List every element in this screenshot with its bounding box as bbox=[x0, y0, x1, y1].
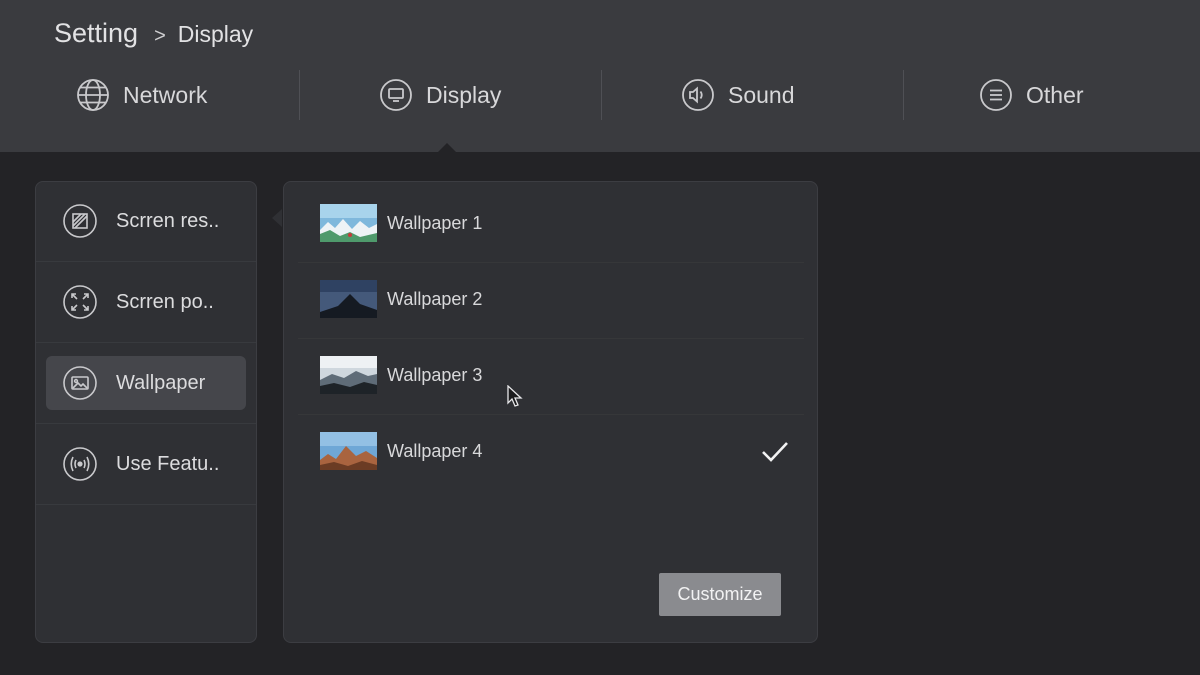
monitor-icon bbox=[379, 78, 413, 112]
list-divider bbox=[298, 338, 804, 339]
wallpaper-option-2[interactable]: Wallpaper 2 bbox=[298, 264, 804, 334]
breadcrumb-root[interactable]: Setting bbox=[54, 18, 138, 49]
speaker-icon bbox=[681, 78, 715, 112]
sidebar-divider bbox=[36, 423, 256, 424]
wallpaper-option-3[interactable]: Wallpaper 3 bbox=[298, 340, 804, 410]
mouse-cursor-icon bbox=[507, 385, 523, 407]
sidebar-divider bbox=[36, 261, 256, 262]
tab-display[interactable]: Display bbox=[379, 68, 501, 122]
wallpaper-list-panel: Wallpaper 1 Wallpaper 2 Wallpaper 3 Wall… bbox=[283, 181, 818, 643]
tab-network-label: Network bbox=[123, 81, 208, 108]
tab-other[interactable]: Other bbox=[979, 68, 1084, 122]
list-divider bbox=[298, 414, 804, 415]
wallpaper-label: Wallpaper 3 bbox=[387, 364, 483, 385]
list-divider bbox=[298, 262, 804, 263]
wallpaper-thumbnail bbox=[320, 204, 377, 242]
wallpaper-option-4[interactable]: Wallpaper 4 bbox=[298, 416, 804, 486]
top-header: Setting > Display Network Display Sound … bbox=[0, 0, 1200, 153]
wallpaper-thumbnail bbox=[320, 356, 377, 394]
sidebar-menu: Scrren res.. Scrren po.. Wallpaper Use F… bbox=[35, 181, 257, 643]
checkmark-icon bbox=[762, 442, 788, 462]
tab-network[interactable]: Network bbox=[76, 68, 207, 122]
image-icon bbox=[62, 365, 98, 401]
sidebar-item-use-features[interactable]: Use Featu.. bbox=[46, 437, 246, 491]
sidebar-item-label: Use Featu.. bbox=[116, 452, 220, 475]
tab-divider bbox=[601, 70, 602, 120]
active-tab-indicator bbox=[437, 143, 457, 153]
submenu-pointer bbox=[272, 209, 282, 227]
wallpaper-thumbnail bbox=[320, 280, 377, 318]
wallpaper-option-1[interactable]: Wallpaper 1 bbox=[298, 188, 804, 258]
category-tabs: Network Display Sound Other bbox=[0, 68, 1200, 122]
sidebar-item-wallpaper[interactable]: Wallpaper bbox=[46, 356, 246, 410]
wallpaper-label: Wallpaper 2 bbox=[387, 288, 483, 309]
tab-display-label: Display bbox=[426, 81, 502, 108]
resolution-icon bbox=[62, 203, 98, 239]
tab-other-label: Other bbox=[1026, 81, 1084, 108]
sidebar-item-label: Scrren res.. bbox=[116, 209, 220, 232]
breadcrumb-current: Display bbox=[177, 21, 254, 47]
expand-arrows-icon bbox=[62, 284, 98, 320]
menu-lines-icon bbox=[979, 78, 1013, 112]
tab-sound-label: Sound bbox=[728, 81, 795, 108]
customize-button[interactable]: Customize bbox=[659, 573, 781, 616]
sidebar-item-screen-resolution[interactable]: Scrren res.. bbox=[46, 194, 246, 248]
broadcast-icon bbox=[62, 446, 98, 482]
sidebar-item-label: Wallpaper bbox=[116, 371, 206, 394]
sidebar-divider bbox=[36, 504, 256, 505]
tab-sound[interactable]: Sound bbox=[681, 68, 795, 122]
sidebar-item-screen-position[interactable]: Scrren po.. bbox=[46, 275, 246, 329]
wallpaper-label: Wallpaper 1 bbox=[387, 212, 483, 233]
breadcrumb-separator: > bbox=[154, 25, 166, 47]
sidebar-item-label: Scrren po.. bbox=[116, 290, 214, 313]
wallpaper-thumbnail bbox=[320, 432, 377, 470]
sidebar-divider bbox=[36, 342, 256, 343]
wallpaper-label: Wallpaper 4 bbox=[387, 440, 483, 461]
tab-divider bbox=[903, 70, 904, 120]
tab-divider bbox=[299, 70, 300, 120]
breadcrumb: Setting > Display bbox=[54, 18, 253, 49]
globe-icon bbox=[76, 78, 110, 112]
